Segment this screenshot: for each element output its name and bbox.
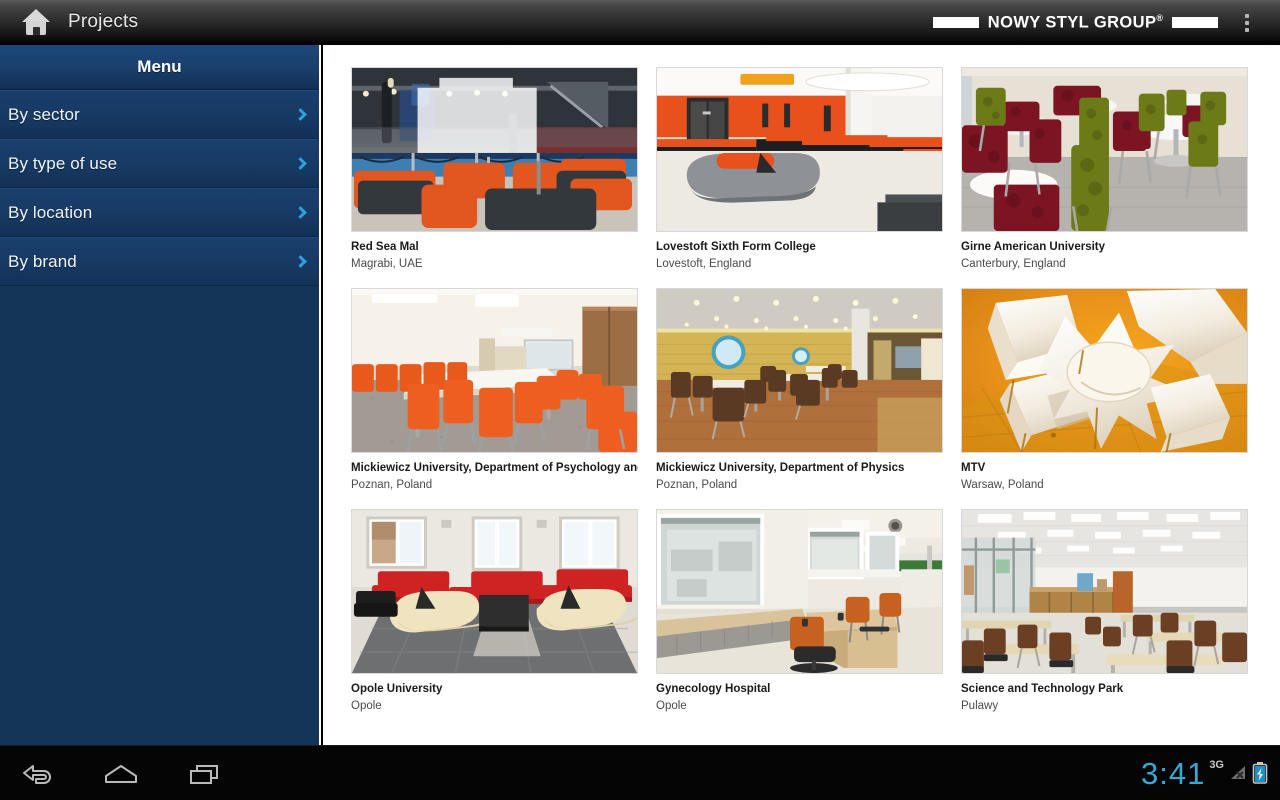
brand-logo: NOWY STYL GROUP®: [932, 0, 1218, 45]
project-card[interactable]: Gynecology Hospital Opole: [656, 509, 943, 713]
project-thumbnail-lecture-hall-desks[interactable]: [961, 509, 1248, 674]
chevron-right-icon: [294, 107, 307, 121]
page-title: Projects: [68, 11, 139, 32]
sidebar-item-by-location[interactable]: By location: [0, 188, 319, 237]
nav-button-group: [14, 746, 228, 800]
project-title: Girne American University: [961, 241, 1106, 253]
app-top-bar: Projects NOWY STYL GROUP®: [0, 0, 1280, 45]
project-thumbnail-mtv-white-sculptural-seating[interactable]: [961, 288, 1248, 453]
project-title: Red Sea Mal: [351, 241, 419, 253]
project-card[interactable]: Red Sea Mal Magrabi, UAE: [351, 67, 638, 271]
project-thumbnail-atrium-wooden-floor[interactable]: [656, 288, 943, 453]
sidebar-item-label: By location: [8, 202, 93, 222]
project-title: Gynecology Hospital: [656, 683, 771, 695]
logo-word: NOWY STYL GROUP: [987, 13, 1157, 32]
project-title: Mickiewicz University, Department of Phy…: [656, 462, 905, 474]
sidebar-header: Menu: [0, 45, 319, 90]
project-thumbnail-hospital-office-windows[interactable]: [656, 509, 943, 674]
sidebar-item-by-sector[interactable]: By sector: [0, 90, 319, 139]
projects-content-area: Red Sea Mal Magrabi, UAE Lovestoft Sixth…: [323, 45, 1280, 745]
project-location: Lovestoft, England: [656, 258, 752, 270]
project-thumbnail-mall-fountain-lounge[interactable]: [351, 67, 638, 232]
project-location: Warsaw, Poland: [961, 479, 1044, 491]
battery-charging-icon: [1252, 761, 1268, 789]
system-clock: 3:41: [1140, 755, 1206, 791]
project-title: MTV: [961, 462, 986, 474]
project-thumbnail-conference-room-orange-chairs[interactable]: [351, 288, 638, 453]
project-card[interactable]: Girne American University Canterbury, En…: [961, 67, 1248, 271]
network-type-label: 3G: [1209, 759, 1224, 771]
back-arrow-icon[interactable]: [14, 751, 60, 797]
projects-grid: Red Sea Mal Magrabi, UAE Lovestoft Sixth…: [351, 67, 1280, 730]
android-system-navigation-bar: 3:41 3G: [0, 745, 1280, 800]
chevron-right-icon: [294, 156, 307, 170]
project-title: Lovestoft Sixth Form College: [656, 241, 816, 253]
project-title: Mickiewicz University, Department of Psy…: [351, 462, 638, 474]
project-location: Magrabi, UAE: [351, 258, 423, 270]
project-card[interactable]: MTV Warsaw, Poland: [961, 288, 1248, 492]
sidebar: Menu By sector By type of use By locatio…: [0, 45, 321, 745]
overflow-menu-icon[interactable]: [1236, 0, 1258, 45]
project-title: Opole University: [351, 683, 443, 695]
registered-mark: ®: [1156, 12, 1163, 23]
sidebar-item-by-type-of-use[interactable]: By type of use: [0, 139, 319, 188]
sidebar-item-label: By type of use: [8, 153, 118, 173]
home-outline-icon[interactable]: [98, 751, 144, 797]
tablet-screen: Projects NOWY STYL GROUP® Menu By sector…: [0, 0, 1280, 800]
sidebar-item-label: By brand: [8, 251, 77, 271]
project-card[interactable]: Opole University Opole: [351, 509, 638, 713]
status-indicators[interactable]: 3:41 3G: [1141, 746, 1268, 800]
project-location: Poznan, Poland: [351, 479, 433, 491]
recent-apps-icon[interactable]: [182, 751, 228, 797]
project-location: Opole: [656, 700, 687, 712]
project-title: Science and Technology Park: [961, 683, 1124, 695]
chevron-right-icon: [294, 254, 307, 268]
project-thumbnail-university-cafeteria-chairs[interactable]: [961, 67, 1248, 232]
logo-bar-left: [932, 17, 979, 28]
project-card[interactable]: Mickiewicz University, Department of Phy…: [656, 288, 943, 492]
signal-no-service-icon: [1228, 764, 1248, 787]
sidebar-item-by-brand[interactable]: By brand: [0, 237, 319, 286]
project-location: Poznan, Poland: [656, 479, 738, 491]
project-thumbnail-lobby-red-benches[interactable]: [351, 509, 638, 674]
project-card[interactable]: Science and Technology Park Pulawy: [961, 509, 1248, 713]
project-card[interactable]: Mickiewicz University, Department of Psy…: [351, 288, 638, 492]
sidebar-item-label: By sector: [8, 104, 80, 124]
logo-text: NOWY STYL GROUP®: [988, 13, 1163, 33]
logo-bar-right: [1172, 17, 1218, 28]
project-location: Opole: [351, 700, 382, 712]
project-thumbnail-college-orange-lounge[interactable]: [656, 67, 943, 232]
project-location: Canterbury, England: [961, 258, 1066, 270]
chevron-right-icon: [294, 205, 307, 219]
project-location: Pulawy: [961, 700, 999, 712]
home-icon[interactable]: [22, 9, 50, 35]
project-card[interactable]: Lovestoft Sixth Form College Lovestoft, …: [656, 67, 943, 271]
